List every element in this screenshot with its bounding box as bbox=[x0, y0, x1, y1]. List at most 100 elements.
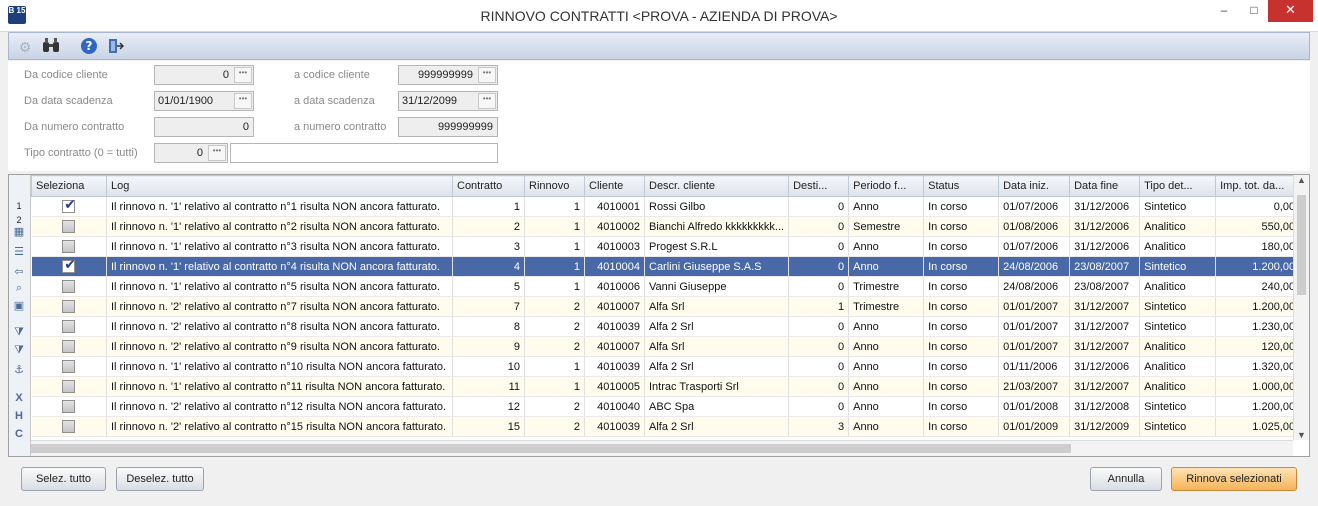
select-all-button[interactable]: Selez. tutto bbox=[21, 467, 106, 491]
table-row[interactable]: Il rinnovo n. '1' relativo al contratto … bbox=[31, 356, 1301, 377]
from-client-field[interactable]: 0 ••• bbox=[154, 65, 254, 85]
select-checkbox[interactable] bbox=[62, 420, 76, 433]
select-cell[interactable] bbox=[31, 416, 107, 437]
from-date-field[interactable]: 01/01/1900 ••• bbox=[154, 91, 254, 111]
select-cell[interactable] bbox=[31, 316, 107, 337]
table-row[interactable]: Il rinnovo n. '1' relativo al contratto … bbox=[31, 216, 1301, 237]
window-title: RINNOVO CONTRATTI <PROVA - AZIENDA DI PR… bbox=[480, 8, 838, 24]
select-cell[interactable] bbox=[31, 256, 107, 277]
table-row[interactable]: Il rinnovo n. '1' relativo al contratto … bbox=[31, 236, 1301, 257]
select-cell[interactable] bbox=[31, 276, 107, 297]
table-row[interactable]: Il rinnovo n. '2' relativo al contratto … bbox=[31, 296, 1301, 317]
column-header[interactable]: Tipo det... bbox=[1139, 175, 1217, 197]
select-cell[interactable] bbox=[31, 356, 107, 377]
binoculars-icon[interactable] bbox=[41, 37, 61, 57]
gear-icon[interactable]: ⚙ bbox=[15, 37, 35, 57]
filter-icon[interactable]: ⧩ bbox=[12, 325, 26, 339]
anchor-icon[interactable]: ⚓ bbox=[12, 363, 26, 377]
minimize-button[interactable]: – bbox=[1208, 0, 1240, 22]
select-checkbox[interactable] bbox=[62, 300, 76, 313]
cell-tipo: Analitico bbox=[1139, 376, 1217, 397]
column-header[interactable]: Rinnovo bbox=[524, 175, 585, 197]
column-header[interactable]: Contratto bbox=[452, 175, 525, 197]
select-cell[interactable] bbox=[31, 396, 107, 417]
scroll-thumb[interactable] bbox=[1297, 195, 1306, 295]
cell-imp: 0,00 bbox=[1215, 196, 1301, 217]
select-checkbox[interactable] bbox=[62, 197, 76, 213]
scroll-down-icon[interactable]: ▼ bbox=[1294, 430, 1309, 440]
select-checkbox[interactable] bbox=[62, 340, 76, 353]
cell-log: Il rinnovo n. '2' relativo al contratto … bbox=[106, 416, 453, 437]
help-icon[interactable]: ? bbox=[79, 37, 99, 57]
select-cell[interactable] bbox=[31, 376, 107, 397]
select-checkbox[interactable] bbox=[62, 280, 76, 293]
layout-icon[interactable]: ▣ bbox=[12, 299, 26, 313]
cell-tipo: Sintetico bbox=[1139, 296, 1217, 317]
column-header[interactable]: Imp. tot. da... bbox=[1215, 175, 1301, 197]
select-cell[interactable] bbox=[31, 336, 107, 357]
clear-filter-icon[interactable]: ⧩ bbox=[12, 343, 26, 357]
column-header[interactable]: Data iniz. bbox=[998, 175, 1071, 197]
to-contract-field[interactable]: 999999999 bbox=[398, 117, 498, 137]
cell-cliente: 4010001 bbox=[584, 196, 645, 217]
renew-selected-button[interactable]: Rinnova selezionati bbox=[1171, 467, 1297, 491]
lookup-button[interactable]: ••• bbox=[208, 145, 226, 161]
cell-descr: Bianchi Alfredo kkkkkkkkk... bbox=[644, 216, 790, 237]
table-row[interactable]: Il rinnovo n. '2' relativo al contratto … bbox=[31, 316, 1301, 337]
select-checkbox[interactable] bbox=[62, 360, 76, 373]
grid-options-icon[interactable]: ▦ bbox=[12, 225, 26, 239]
scroll-up-icon[interactable]: ▲ bbox=[1294, 175, 1309, 185]
select-cell[interactable] bbox=[31, 196, 107, 217]
search-icon[interactable]: ⌕ bbox=[12, 281, 26, 295]
record-number-icon[interactable]: 12 bbox=[12, 199, 26, 225]
cell-periodo: Anno bbox=[848, 256, 925, 277]
column-header[interactable]: Desti... bbox=[788, 175, 850, 197]
column-header[interactable]: Status bbox=[923, 175, 1000, 197]
close-button[interactable]: ✕ bbox=[1268, 0, 1313, 22]
table-row[interactable]: Il rinnovo n. '2' relativo al contratto … bbox=[31, 416, 1301, 437]
hide-column-icon[interactable]: H bbox=[12, 409, 26, 423]
table-row[interactable]: Il rinnovo n. '1' relativo al contratto … bbox=[31, 196, 1301, 217]
column-header[interactable]: Periodo f... bbox=[848, 175, 925, 197]
select-checkbox[interactable] bbox=[62, 240, 76, 253]
select-cell[interactable] bbox=[31, 296, 107, 317]
calendar-button[interactable]: ••• bbox=[234, 93, 252, 109]
select-cell[interactable] bbox=[31, 216, 107, 237]
column-header[interactable]: Data fine bbox=[1069, 175, 1141, 197]
copy-column-icon[interactable]: C bbox=[12, 427, 26, 441]
calendar-button[interactable]: ••• bbox=[478, 93, 496, 109]
to-date-field[interactable]: 31/12/2099 ••• bbox=[398, 91, 498, 111]
scroll-thumb[interactable] bbox=[31, 444, 1071, 453]
select-checkbox[interactable] bbox=[62, 257, 76, 273]
export-icon[interactable]: ⇦ bbox=[12, 265, 26, 279]
delete-column-icon[interactable]: X bbox=[12, 391, 26, 405]
select-checkbox[interactable] bbox=[62, 400, 76, 413]
column-header[interactable]: Descr. cliente bbox=[643, 175, 790, 197]
cancel-button[interactable]: Annulla bbox=[1090, 467, 1162, 491]
from-contract-field[interactable]: 0 bbox=[154, 117, 254, 137]
column-header[interactable]: Seleziona bbox=[31, 175, 107, 197]
contract-type-description bbox=[230, 143, 498, 163]
column-header[interactable]: Log bbox=[106, 175, 453, 197]
column-header[interactable]: Cliente bbox=[584, 175, 645, 197]
horizontal-scrollbar[interactable] bbox=[31, 440, 1293, 456]
exit-door-icon[interactable] bbox=[105, 37, 125, 57]
vertical-scrollbar[interactable]: ▲ ▼ bbox=[1293, 175, 1309, 440]
table-row[interactable]: Il rinnovo n. '1' relativo al contratto … bbox=[31, 276, 1301, 297]
to-client-field[interactable]: 999999999 ••• bbox=[398, 65, 498, 85]
deselect-all-button[interactable]: Deselez. tutto bbox=[116, 467, 204, 491]
lookup-button[interactable]: ••• bbox=[478, 67, 496, 83]
table-row[interactable]: Il rinnovo n. '1' relativo al contratto … bbox=[31, 256, 1301, 277]
select-checkbox[interactable] bbox=[62, 220, 76, 233]
select-checkbox[interactable] bbox=[62, 380, 76, 393]
select-checkbox[interactable] bbox=[62, 320, 76, 333]
contract-type-field[interactable]: 0 ••• bbox=[154, 143, 228, 163]
select-cell[interactable] bbox=[31, 236, 107, 257]
list-icon[interactable]: ☰ bbox=[12, 245, 26, 259]
maximize-button[interactable]: □ bbox=[1238, 0, 1270, 22]
lookup-button[interactable]: ••• bbox=[234, 67, 252, 83]
table-row[interactable]: Il rinnovo n. '2' relativo al contratto … bbox=[31, 336, 1301, 357]
table-row[interactable]: Il rinnovo n. '1' relativo al contratto … bbox=[31, 376, 1301, 397]
cell-contratto: 9 bbox=[452, 336, 525, 357]
table-row[interactable]: Il rinnovo n. '2' relativo al contratto … bbox=[31, 396, 1301, 417]
